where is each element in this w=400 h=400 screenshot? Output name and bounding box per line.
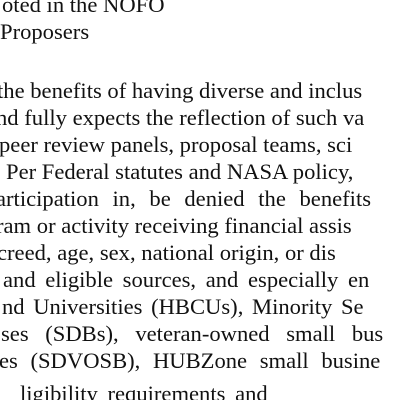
text-line-6: peer review panels, proposal teams, sci <box>0 132 353 157</box>
text-line-11: and eligible sources, and especially en <box>3 267 370 292</box>
text-line-14: es (SDVOSB), HUBZone small busine <box>0 348 381 373</box>
text-line-7: Per Federal statutes and NASA policy, <box>6 159 354 184</box>
text-line-10: creed, age, sex, national origin, or dis <box>0 240 336 265</box>
text-line-1: oted in the NOFO <box>2 0 165 17</box>
text-line-5: nd fully expects the reflection of such … <box>0 105 365 130</box>
document-page: oted in the NOFO Proposers the benefits … <box>0 0 400 400</box>
text-line-12: nd Universities (HBCUs), Minority Se <box>2 294 364 319</box>
text-line-13: ses (SDBs), veteran-owned small bus <box>1 321 384 346</box>
text-line-15: ligibility requirements and <box>20 381 268 400</box>
text-line-9: ram or activity receiving financial assi… <box>0 213 352 238</box>
text-line-2: Proposers <box>0 19 90 44</box>
text-line-4: the benefits of having diverse and inclu… <box>0 78 363 103</box>
text-line-8: articipation in, be denied the benefits <box>0 186 372 211</box>
